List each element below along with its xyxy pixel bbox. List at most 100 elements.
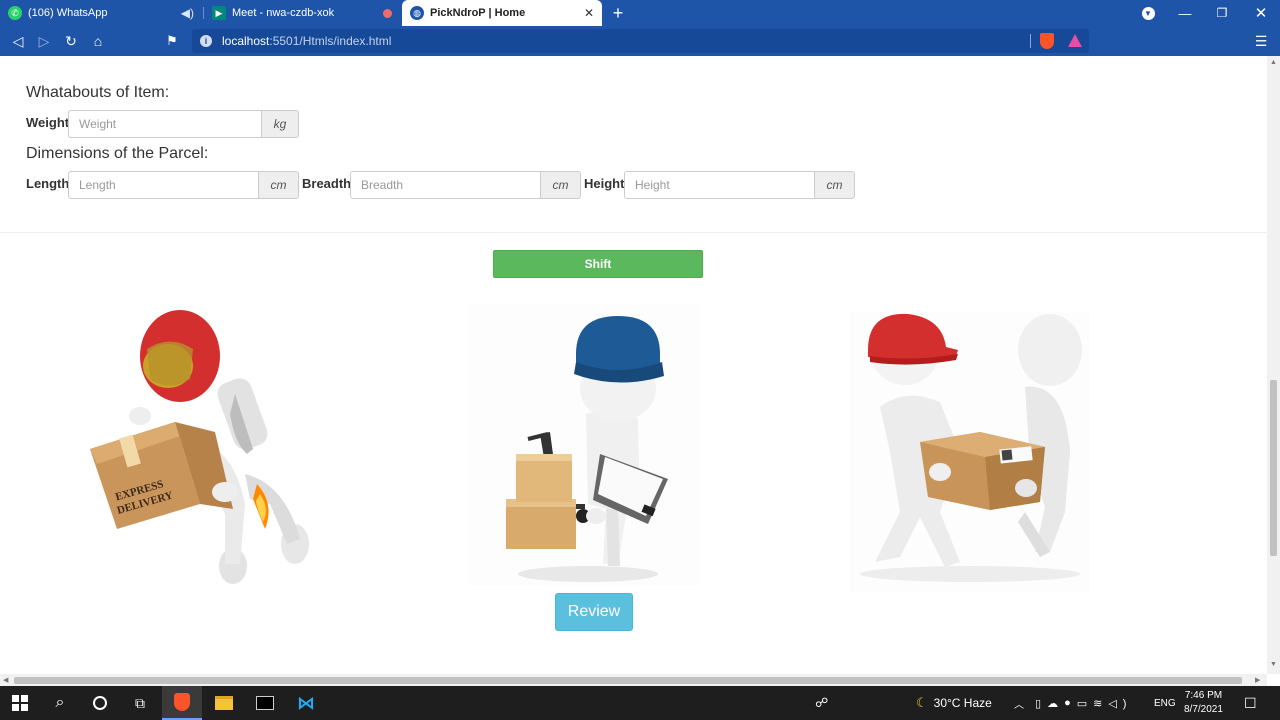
length-label: Length [26, 176, 70, 191]
vertical-scroll-thumb[interactable] [1270, 380, 1277, 556]
vertical-scrollbar[interactable]: ▲ ▼ [1267, 56, 1280, 674]
people-icon[interactable]: ☍ [815, 686, 828, 720]
google-meet-icon: ▶ [212, 6, 226, 20]
brave-shields-icon[interactable] [1040, 33, 1054, 49]
volume-icon: ◁) [1108, 697, 1133, 710]
taskbar-terminal[interactable] [245, 686, 285, 720]
show-hidden-icons-button[interactable]: ︿ [1014, 686, 1024, 720]
horizontal-scroll-thumb[interactable] [14, 677, 1242, 684]
weight-input-group: kg [68, 110, 299, 138]
weather-text: 30°C Haze [933, 696, 992, 710]
tab-title: (106) WhatsApp [28, 7, 108, 19]
weight-input[interactable] [68, 110, 261, 138]
wifi-icon: ≋ [1093, 697, 1109, 710]
breadth-label: Breadth [302, 176, 352, 191]
forward-button[interactable]: ▷ [33, 30, 55, 52]
weather-widget[interactable]: ☾ 30°C Haze [916, 686, 992, 720]
power-icon: ▭ [1076, 697, 1094, 710]
tab-pickndrop[interactable]: ◍ PickNdroP | Home ✕ [402, 0, 602, 26]
clock-time: 7:46 PM [1184, 690, 1223, 701]
terminal-icon [256, 696, 274, 710]
system-tray-icons[interactable]: ▯ ☁ ● ▭ ≋ ◁) [1035, 686, 1132, 720]
start-button[interactable] [0, 686, 40, 720]
breadth-unit: cm [540, 171, 581, 199]
language-indicator[interactable]: ENG [1154, 686, 1176, 720]
tab-whatsapp[interactable]: ✆ (106) WhatsApp ◀) [0, 0, 202, 26]
tab-meet[interactable]: ▶ Meet - nwa-czdb-xok [204, 0, 400, 26]
horizontal-scrollbar[interactable]: ◀ ▶ [0, 674, 1267, 686]
site-info-icon[interactable]: i [200, 35, 212, 47]
notification-icon: ☐ [1244, 694, 1257, 711]
length-input[interactable] [68, 171, 258, 199]
taskbar-vscode[interactable]: ⋈ [286, 686, 326, 720]
review-button[interactable]: Review [555, 593, 633, 631]
vscode-icon: ⋈ [297, 692, 315, 713]
microphone-icon: ● [1064, 697, 1077, 709]
action-center-button[interactable]: ☐ [1244, 686, 1257, 720]
url-path: :5501/Htmls/index.html [269, 34, 392, 48]
reload-button[interactable]: ↻ [60, 30, 82, 52]
cortana-button[interactable] [80, 686, 120, 720]
weight-label: Weight [26, 115, 70, 130]
close-window-button[interactable]: ✕ [1242, 0, 1280, 26]
box-carriers-illustration [850, 312, 1090, 592]
height-label: Height [584, 176, 625, 191]
back-button[interactable]: ◁ [7, 30, 29, 52]
moon-haze-icon: ☾ [916, 695, 928, 710]
search-icon: ⌕ [55, 694, 65, 711]
length-input-group: cm [68, 171, 299, 199]
folder-icon [215, 696, 233, 710]
recording-icon [383, 9, 392, 18]
windows-taskbar: ⌕ ⧉ ⋈ ☍ ☾ 30°C Haze ︿ ▯ ☁ ● ▭ ≋ ◁) ENG 7:46 P… [0, 686, 1280, 720]
address-bar[interactable]: i localhost:5501/Htmls/index.html [192, 29, 1089, 53]
page-content: Whatabouts of Item: Weight kg Dimensions… [0, 56, 1267, 674]
height-input-group: cm [624, 171, 855, 199]
minimize-button[interactable]: — [1166, 0, 1204, 26]
taskbar-brave[interactable] [162, 686, 202, 720]
whatsapp-icon: ✆ [8, 6, 22, 20]
tab-title: Meet - nwa-czdb-xok [232, 7, 335, 19]
tab-search-button[interactable]: ▼ [1129, 0, 1167, 26]
clock[interactable]: 7:46 PM 8/7/2021 [1184, 686, 1223, 720]
speaker-icon[interactable]: ◀) [181, 6, 194, 20]
task-view-icon: ⧉ [135, 694, 145, 711]
url-host: localhost [222, 34, 270, 48]
address-divider [1030, 34, 1031, 48]
breadth-input-group: cm [350, 171, 581, 199]
height-unit: cm [814, 171, 855, 199]
cortana-icon [93, 696, 107, 710]
tab-title: PickNdroP | Home [430, 7, 526, 19]
close-tab-icon[interactable]: ✕ [584, 6, 594, 20]
browser-toolbar: ◁ ▷ ↻ ⌂ ⚑ i localhost:5501/Htmls/index.h… [0, 26, 1280, 56]
windows-logo-icon [12, 695, 28, 711]
brave-icon [174, 693, 190, 711]
task-view-button[interactable]: ⧉ [120, 686, 160, 720]
height-input[interactable] [624, 171, 814, 199]
shift-button[interactable]: Shift [493, 250, 703, 278]
scroll-left-arrow-icon[interactable]: ◀ [3, 676, 8, 684]
bookmark-button[interactable]: ⚑ [161, 30, 183, 52]
home-button[interactable]: ⌂ [87, 30, 109, 52]
taskbar-file-explorer[interactable] [204, 686, 244, 720]
brave-rewards-icon[interactable] [1068, 34, 1082, 47]
chevron-down-icon: ▼ [1141, 6, 1155, 20]
maximize-button[interactable]: ❐ [1203, 0, 1241, 26]
globe-icon: ◍ [410, 6, 424, 20]
weight-unit: kg [261, 110, 299, 138]
onedrive-icon: ☁ [1047, 697, 1065, 710]
parcel-heading: Dimensions of the Parcel: [26, 145, 209, 162]
scroll-down-arrow-icon[interactable]: ▼ [1270, 661, 1277, 668]
jetpack-courier-illustration: EXPRESS DELIVERY [90, 310, 309, 584]
breadth-input[interactable] [350, 171, 540, 199]
section-divider [0, 232, 1267, 233]
scroll-right-arrow-icon[interactable]: ▶ [1255, 676, 1260, 684]
courier-clipboard-illustration [468, 304, 700, 586]
menu-button[interactable]: ☰ [1250, 30, 1272, 52]
new-tab-button[interactable]: + [599, 0, 637, 26]
item-heading: Whatabouts of Item: [26, 84, 170, 101]
clock-date: 8/7/2021 [1184, 704, 1223, 715]
scroll-up-arrow-icon[interactable]: ▲ [1270, 59, 1277, 66]
search-button[interactable]: ⌕ [40, 686, 80, 720]
battery-tray-icon: ▯ [1035, 697, 1048, 710]
browser-tab-strip: ✆ (106) WhatsApp ◀) ▶ Meet - nwa-czdb-xo… [0, 0, 1280, 26]
